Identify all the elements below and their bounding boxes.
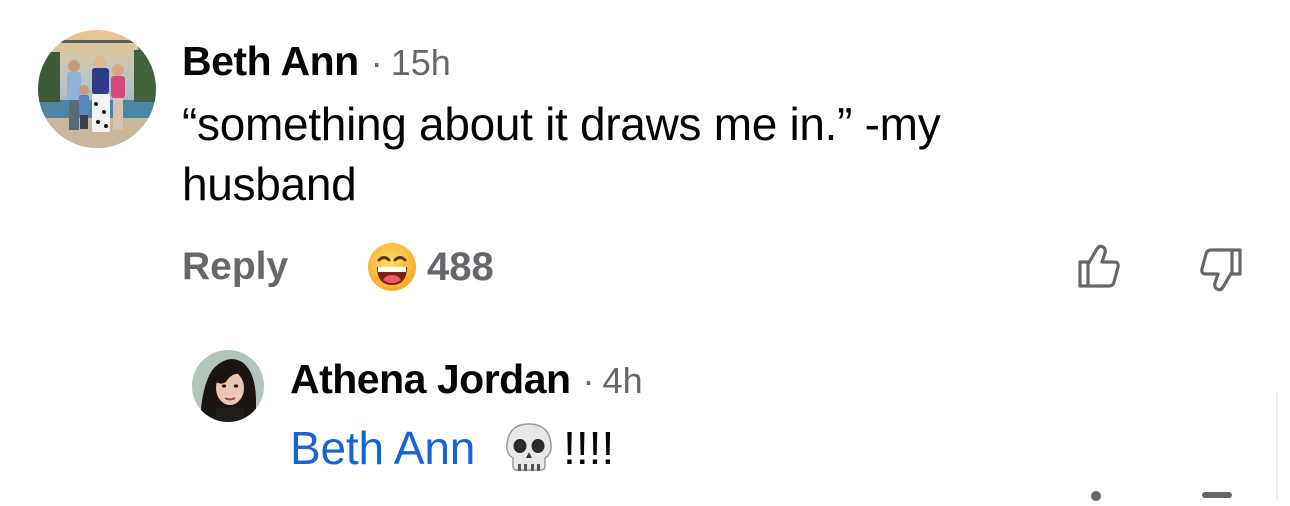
skull-emoji-icon (506, 423, 552, 471)
reply-timestamp[interactable]: 4h (603, 360, 643, 402)
author-name[interactable]: Beth Ann (182, 38, 359, 85)
meta-separator: · (370, 42, 383, 83)
thread-divider (1276, 392, 1278, 501)
reply-button[interactable]: Reply (182, 245, 288, 289)
avatar-photo (192, 350, 264, 422)
reply-comment: Athena Jordan · 4h Beth Ann !!!! (192, 350, 1272, 501)
reaction-count: 488 (427, 244, 494, 289)
mention-link[interactable]: Beth Ann (290, 421, 475, 475)
comment-actions: Reply 488 (182, 238, 1282, 298)
reply-trailing-text: !!!! (563, 422, 615, 474)
comment-text: “something about it draws me in.” -my hu… (182, 98, 941, 210)
meta-separator: · (582, 360, 595, 401)
thumbs-up-icon[interactable] (1074, 240, 1126, 292)
reaction-summary[interactable]: 488 (367, 242, 494, 292)
avatar[interactable] (38, 30, 156, 148)
reply-author-name[interactable]: Athena Jordan (290, 356, 571, 403)
reply-meta: Athena Jordan · 4h (290, 356, 1190, 404)
reply-body: Athena Jordan · 4h Beth Ann !!!! (290, 356, 1190, 478)
thumbs-down-icon[interactable] (1194, 244, 1246, 296)
reply-text: Beth Ann !!!! (290, 418, 1190, 478)
avatar-photo (38, 30, 156, 148)
grinning-face-emoji-icon (368, 243, 416, 291)
comment-body: Beth Ann · 15h “something about it draws… (182, 38, 1182, 214)
reply-avatar[interactable] (192, 350, 264, 422)
comment-meta: Beth Ann · 15h (182, 38, 1182, 86)
comment: Beth Ann · 15h “something about it draws… (38, 30, 1278, 300)
next-actions-peek (1080, 488, 1260, 501)
timestamp[interactable]: 15h (391, 42, 451, 84)
